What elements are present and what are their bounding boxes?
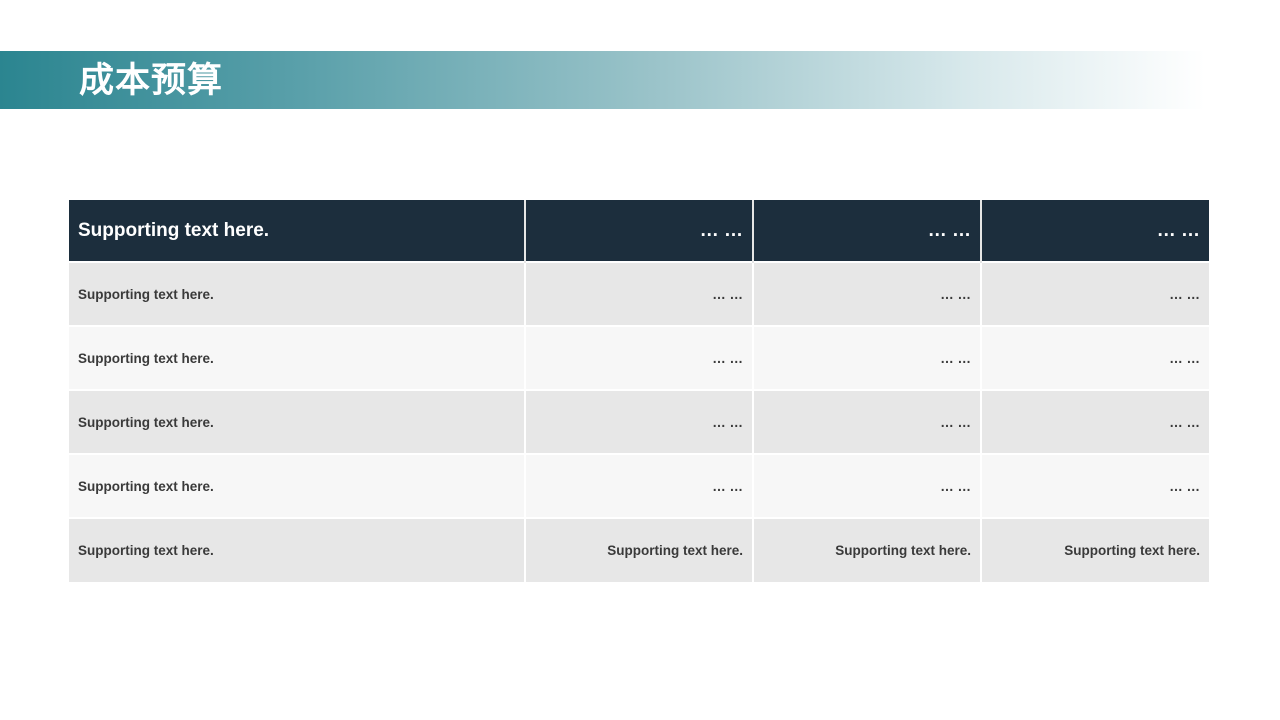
table-cell: … … <box>980 262 1209 326</box>
table-cell: … … <box>524 262 753 326</box>
table-body: Supporting text here. … … … … … … Suppor… <box>69 262 1209 582</box>
table-cell: Supporting text here. <box>78 478 214 494</box>
table-row: Supporting text here. … … … … … … <box>69 454 1209 518</box>
table-cell: … … <box>752 326 981 390</box>
slide: 成本预算 Supporting text here. … … … … … … S… <box>0 0 1280 720</box>
table-row: Supporting text here. … … … … … … <box>69 390 1209 454</box>
table-cell: Supporting text here. <box>980 518 1209 582</box>
header-cell-item: Supporting text here. <box>78 219 270 241</box>
table-cell: … … <box>752 390 981 454</box>
table-header-row: Supporting text here. … … … … … … <box>69 200 1209 262</box>
table-cell: Supporting text here. <box>78 543 214 558</box>
header-cell-col2: … … <box>752 200 981 262</box>
table-cell: Supporting text here. <box>78 350 214 366</box>
table-cell: Supporting text here. <box>78 286 214 302</box>
table-cell: … … <box>752 454 981 518</box>
table-cell: Supporting text here. <box>78 414 214 430</box>
table-row: Supporting text here. … … … … … … <box>69 262 1209 326</box>
table-cell: Supporting text here. <box>524 518 753 582</box>
table-cell: … … <box>752 262 981 326</box>
table-cell: … … <box>524 326 753 390</box>
table-header: Supporting text here. … … … … … … <box>69 200 1209 262</box>
table-cell: … … <box>980 326 1209 390</box>
table-cell: … … <box>524 390 753 454</box>
table-cell: Supporting text here. <box>752 518 981 582</box>
table-cell: … … <box>980 454 1209 518</box>
page-title: 成本预算 <box>79 61 224 101</box>
header-cell-col1: … … <box>524 200 753 262</box>
table-row: Supporting text here. … … … … … … <box>69 326 1209 390</box>
table-cell: … … <box>524 454 753 518</box>
table-row: Supporting text here. Supporting text he… <box>69 518 1209 582</box>
budget-table: Supporting text here. … … … … … … Suppor… <box>69 200 1209 582</box>
header-cell-col3: … … <box>980 200 1209 262</box>
table-cell: … … <box>980 390 1209 454</box>
